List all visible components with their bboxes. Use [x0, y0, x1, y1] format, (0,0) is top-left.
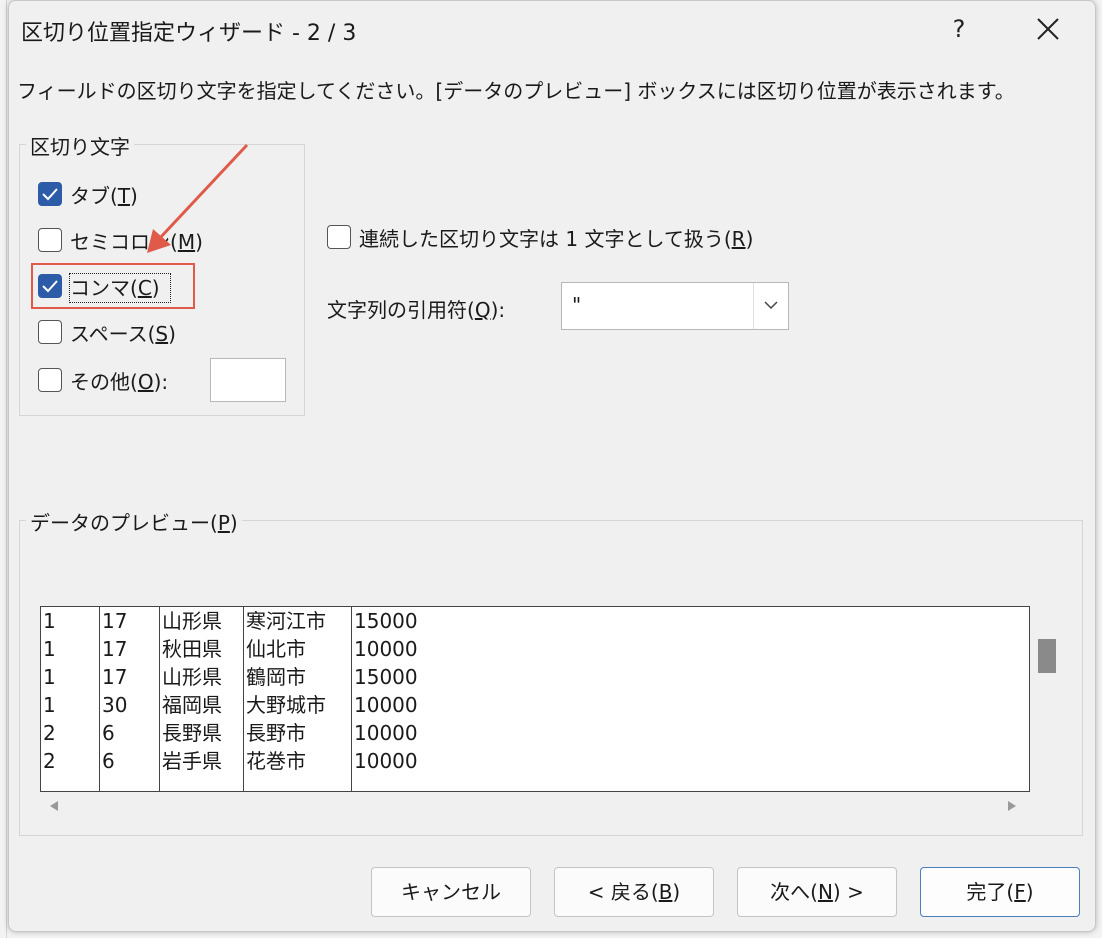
preview-row: 1 17 山形県 鶴岡市 15000: [41, 663, 472, 691]
space-label: スペース(S): [70, 321, 176, 346]
preview-cell: 寒河江市: [246, 609, 326, 633]
preview-cell: 10000: [354, 693, 418, 717]
other-checkbox-row[interactable]: その他(O):: [38, 365, 168, 395]
text-to-columns-dialog: 区切り位置指定ウィザード - 2 / 3 ? フィールドの区切り文字を指定してく…: [8, 0, 1096, 932]
dropdown-button[interactable]: [753, 283, 788, 329]
preview-row: 2 6 長野県 長野市 10000: [41, 719, 472, 747]
preview-cell: 1: [43, 637, 56, 661]
preview-cell: 10000: [354, 749, 418, 773]
preview-cell: 秋田県: [162, 637, 222, 661]
text-qualifier-select[interactable]: ": [561, 282, 789, 330]
annotation-arrow-icon: [147, 143, 249, 253]
preview-cell: 2: [43, 721, 56, 745]
chevron-down-icon: [764, 301, 778, 310]
text-qualifier-label: 文字列の引用符(Q):: [327, 298, 506, 322]
preview-cell: 長野県: [162, 721, 222, 745]
preview-cell: 10000: [354, 721, 418, 745]
data-preview-group: データのプレビュー(P) 1 17 山形県 寒河江市 15000 1 17 秋田県 仙北市 100…: [19, 507, 1083, 836]
finish-button[interactable]: 完了(F): [920, 867, 1080, 917]
consecutive-checkbox-row[interactable]: 連続した区切り文字は 1 文字として扱う(R): [327, 222, 753, 252]
preview-cell: 17: [102, 637, 128, 661]
help-button[interactable]: ?: [939, 9, 979, 49]
sheet-gridline: [6, 0, 7, 938]
preview-cell: 鶴岡市: [246, 665, 306, 689]
preview-cell: 山形県: [162, 665, 222, 689]
space-checkbox[interactable]: [38, 320, 62, 344]
preview-cell: 長野市: [246, 721, 306, 745]
preview-cell: 仙北市: [246, 637, 306, 661]
preview-cell: 岩手県: [162, 749, 222, 773]
preview-row: 1 17 秋田県 仙北市 10000: [41, 635, 472, 663]
scroll-left-icon[interactable]: [50, 801, 58, 811]
preview-cell: 10000: [354, 637, 418, 661]
other-checkbox[interactable]: [38, 368, 62, 392]
preview-cell: 1: [43, 665, 56, 689]
preview-cell: 山形県: [162, 609, 222, 633]
vertical-scrollbar-thumb[interactable]: [1038, 639, 1056, 673]
scroll-right-icon[interactable]: [1008, 801, 1016, 811]
other-label: その他(O):: [70, 369, 169, 394]
preview-cell: 6: [102, 721, 115, 745]
back-button[interactable]: < 戻る(B): [554, 867, 714, 917]
preview-cell: 17: [102, 609, 128, 633]
preview-cell: 2: [43, 749, 56, 773]
preview-row: 1 17 山形県 寒河江市 15000: [41, 607, 472, 635]
text-qualifier-value: ": [572, 293, 582, 317]
data-preview-box[interactable]: 1 17 山形県 寒河江市 15000 1 17 秋田県 仙北市 10000 1 17 山形県 鶴岡市 15…: [40, 606, 1030, 792]
preview-row: 1 30 福岡県 大野城市 10000: [41, 691, 472, 719]
preview-cell: 1: [43, 693, 56, 717]
close-button[interactable]: [1025, 9, 1071, 49]
preview-cell: 15000: [354, 665, 418, 689]
data-preview-label: データのプレビュー(P): [26, 507, 242, 536]
cancel-button[interactable]: キャンセル: [371, 867, 531, 917]
preview-cell: 17: [102, 665, 128, 689]
horizontal-scrollbar[interactable]: [40, 792, 1030, 820]
space-checkbox-row[interactable]: スペース(S): [38, 317, 176, 347]
preview-cell: 15000: [354, 609, 418, 633]
preview-table: 1 17 山形県 寒河江市 15000 1 17 秋田県 仙北市 10000 1 17 山形県 鶴岡市 15…: [41, 607, 472, 775]
other-delimiter-input[interactable]: [210, 358, 286, 402]
preview-cell: 大野城市: [246, 693, 326, 717]
consecutive-checkbox[interactable]: [327, 225, 351, 249]
consecutive-label: 連続した区切り文字は 1 文字として扱う(R): [359, 226, 754, 251]
next-button[interactable]: 次へ(N) >: [737, 867, 897, 917]
preview-cell: 30: [102, 693, 128, 717]
preview-cell: 6: [102, 749, 115, 773]
preview-cell: 福岡県: [162, 693, 222, 717]
close-icon: [1037, 18, 1059, 40]
preview-row: 2 6 岩手県 花巻市 10000: [41, 747, 472, 775]
preview-cell: 1: [43, 609, 56, 633]
preview-cell: 花巻市: [246, 749, 306, 773]
